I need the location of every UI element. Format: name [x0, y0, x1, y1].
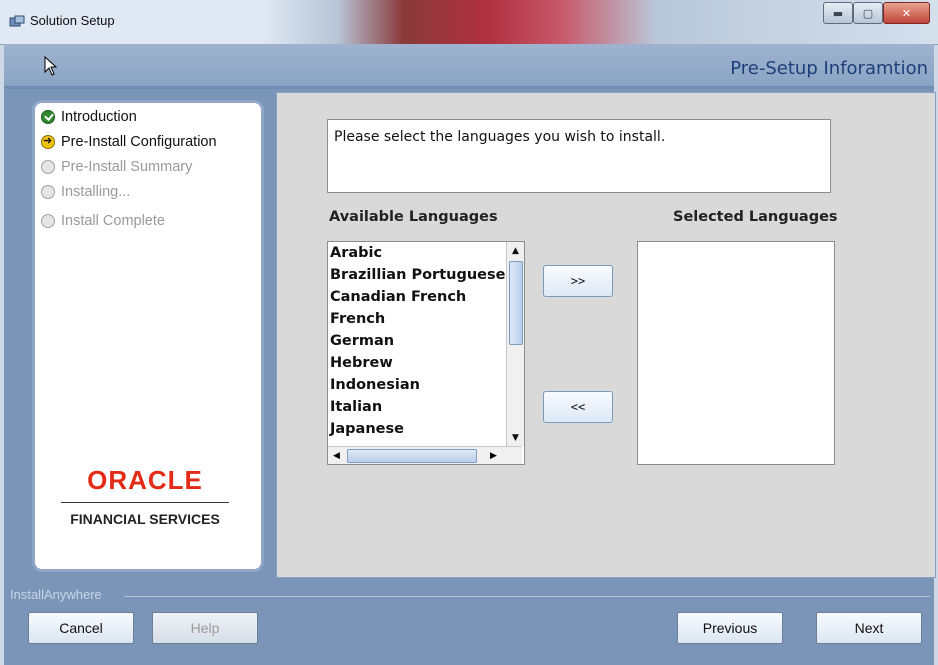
step-label: Pre-Install Configuration [61, 134, 217, 150]
list-item[interactable]: Canadian French [330, 286, 504, 308]
window-titlebar: Solution Setup ▬ ▢ ✕ [0, 0, 938, 45]
mouse-cursor-icon [44, 56, 58, 76]
list-item[interactable]: Italian [330, 396, 504, 418]
available-languages-label: Available Languages [329, 209, 498, 225]
step-introduction: Introduction [41, 109, 137, 125]
oracle-logo: ORACLE [87, 465, 203, 495]
steps-panel: Introduction Pre-Install Configuration P… [32, 100, 264, 572]
step-installing: Installing... [41, 184, 130, 200]
step-pre-install-summary: Pre-Install Summary [41, 159, 192, 175]
add-language-button[interactable]: >> [543, 265, 613, 297]
list-item[interactable]: Japanese [330, 418, 504, 440]
selected-languages-label: Selected Languages [673, 209, 838, 225]
window-title: Solution Setup [30, 13, 115, 28]
header-strip: Pre-Setup Inforamtion [4, 44, 934, 89]
footer-divider [124, 596, 930, 597]
help-button[interactable]: Help [152, 612, 258, 644]
pending-circle-icon [41, 160, 55, 174]
scroll-right-icon[interactable]: ▶ [485, 447, 502, 464]
minimize-button[interactable]: ▬ [823, 2, 853, 24]
installer-frame: Pre-Setup Inforamtion Introduction Pre-I… [4, 44, 936, 665]
logo-divider [61, 502, 229, 503]
previous-button[interactable]: Previous [677, 612, 783, 644]
scroll-thumb[interactable] [347, 449, 477, 463]
step-label: Install Complete [61, 213, 165, 229]
language-items: Arabic Brazillian Portuguese Canadian Fr… [330, 242, 505, 440]
list-item[interactable]: Indonesian [330, 374, 504, 396]
page-title: Pre-Setup Inforamtion [730, 58, 928, 79]
remove-language-button[interactable]: << [543, 391, 613, 423]
scroll-down-icon[interactable]: ▼ [507, 429, 524, 446]
step-label: Installing... [61, 184, 131, 200]
list-item[interactable]: Brazillian Portuguese [330, 264, 505, 286]
next-button[interactable]: Next [816, 612, 922, 644]
list-item[interactable]: Arabic [330, 242, 504, 264]
content-panel: Please select the languages you wish to … [276, 92, 936, 578]
current-arrow-icon [41, 134, 55, 149]
step-label: Introduction [61, 109, 137, 125]
horizontal-scrollbar[interactable]: ◀ ▶ [328, 446, 522, 464]
oracle-tagline: FINANCIAL SERVICES [70, 511, 220, 527]
vertical-scrollbar[interactable]: ▲ ▼ [506, 242, 524, 446]
step-pre-install-configuration: Pre-Install Configuration [41, 134, 217, 150]
window-controls: ▬ ▢ ✕ [823, 2, 930, 24]
oracle-branding: ORACLE FINANCIAL SERVICES [35, 465, 255, 527]
maximize-button[interactable]: ▢ [853, 2, 883, 24]
pending-circle-icon [41, 214, 55, 228]
step-install-complete: Install Complete [41, 213, 165, 229]
pending-circle-icon [41, 185, 55, 199]
scroll-up-icon[interactable]: ▲ [507, 242, 524, 259]
installanywhere-label: InstallAnywhere [10, 587, 102, 602]
step-label: Pre-Install Summary [61, 159, 193, 175]
cancel-button[interactable]: Cancel [28, 612, 134, 644]
list-item[interactable]: Hebrew [330, 352, 504, 374]
app-icon [9, 15, 25, 27]
close-button[interactable]: ✕ [883, 2, 930, 24]
scroll-left-icon[interactable]: ◀ [328, 447, 345, 464]
instruction-text: Please select the languages you wish to … [327, 119, 831, 193]
selected-languages-list[interactable] [637, 241, 835, 465]
available-languages-list[interactable]: Arabic Brazillian Portuguese Canadian Fr… [327, 241, 525, 465]
check-icon [41, 110, 55, 124]
list-item[interactable]: German [330, 330, 504, 352]
scroll-thumb[interactable] [509, 261, 523, 345]
list-item[interactable]: French [330, 308, 504, 330]
